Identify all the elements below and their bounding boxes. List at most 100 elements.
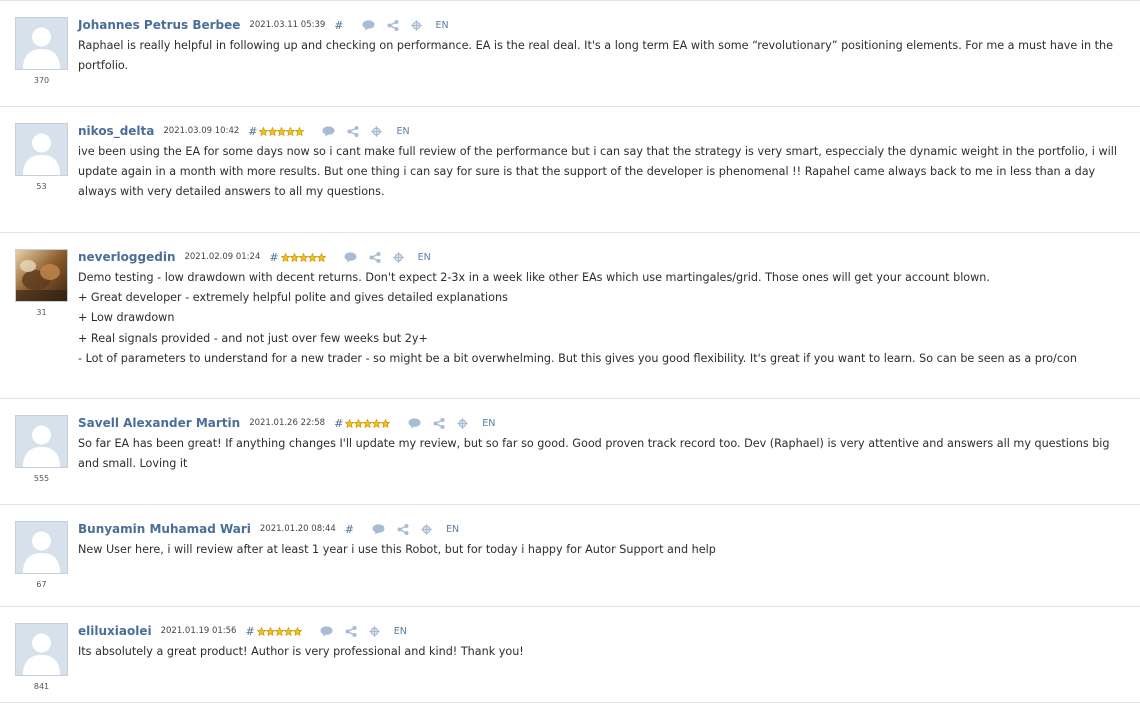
review-item: 53 nikos_delta 2021.03.09 10:42 # EN ive… [0, 107, 1140, 233]
star-icon [277, 126, 287, 136]
star-icon [268, 126, 278, 136]
avatar[interactable] [15, 623, 68, 676]
share-icon[interactable] [387, 19, 399, 31]
user-rating: 555 [33, 474, 50, 483]
permalink-link[interactable]: # [248, 125, 257, 138]
avatar-column: 841 [14, 623, 69, 691]
avatar[interactable] [15, 17, 68, 70]
star-icon [259, 126, 269, 136]
star-rating [256, 626, 302, 636]
review-actions: EN [344, 251, 431, 263]
language-link[interactable]: EN [394, 626, 407, 637]
review-content: Johannes Petrus Berbee 2021.03.11 05:39 … [78, 17, 1130, 76]
star-icon [274, 626, 284, 636]
review-header: neverloggedin 2021.02.09 01:24 # EN [78, 249, 1130, 265]
star-icon [354, 418, 364, 428]
star-icon [280, 252, 290, 262]
crosshair-icon[interactable] [371, 125, 383, 137]
review-date: 2021.03.09 10:42 [163, 126, 240, 136]
language-link[interactable]: EN [446, 524, 459, 535]
review-text: New User here, i will review after at le… [78, 543, 716, 556]
star-icon [283, 626, 293, 636]
author-link[interactable]: eliluxiaolei [78, 624, 152, 638]
star-icon [307, 252, 317, 262]
language-link[interactable]: EN [482, 418, 495, 429]
avatar[interactable] [15, 415, 68, 468]
review-content: nikos_delta 2021.03.09 10:42 # EN ive be… [78, 123, 1130, 203]
language-link[interactable]: EN [436, 20, 449, 31]
speech-bubble-icon[interactable] [322, 125, 335, 137]
review-actions: EN [372, 523, 459, 535]
speech-bubble-icon[interactable] [372, 523, 385, 535]
star-icon [292, 626, 302, 636]
share-icon[interactable] [347, 125, 359, 137]
review-content: Savell Alexander Martin 2021.01.26 22:58… [78, 415, 1130, 474]
permalink-link[interactable]: # [245, 625, 254, 638]
user-rating: 841 [33, 682, 50, 691]
permalink-link[interactable]: # [334, 19, 343, 32]
star-icon [256, 626, 266, 636]
star-icon [381, 418, 391, 428]
language-link[interactable]: EN [396, 126, 409, 137]
review-header: nikos_delta 2021.03.09 10:42 # EN [78, 123, 1130, 139]
speech-bubble-icon[interactable] [362, 19, 375, 31]
language-link[interactable]: EN [418, 252, 431, 263]
permalink-link[interactable]: # [334, 417, 343, 430]
crosshair-icon[interactable] [392, 251, 404, 263]
review-text: Its absolutely a great product! Author i… [78, 645, 524, 658]
star-rating [259, 126, 305, 136]
review-actions: EN [408, 417, 495, 429]
star-rating [345, 418, 391, 428]
avatar[interactable] [15, 521, 68, 574]
avatar-column: 67 [14, 521, 69, 589]
review-header: eliluxiaolei 2021.01.19 01:56 # EN [78, 623, 1130, 639]
crosshair-icon[interactable] [457, 417, 468, 429]
star-icon [265, 626, 275, 636]
speech-bubble-icon[interactable] [344, 251, 357, 263]
crosshair-icon[interactable] [368, 625, 380, 637]
avatar-column: 370 [14, 17, 69, 85]
avatar-column: 555 [14, 415, 69, 483]
review-content: Bunyamin Muhamad Wari 2021.01.20 08:44 #… [78, 521, 1130, 560]
author-link[interactable]: neverloggedin [78, 250, 175, 264]
speech-bubble-icon[interactable] [320, 625, 333, 637]
avatar[interactable] [15, 123, 68, 176]
review-text: ive been using the EA for some days now … [78, 145, 1117, 199]
review-date: 2021.01.20 08:44 [259, 524, 336, 534]
share-icon[interactable] [397, 523, 409, 535]
review-list: 370 Johannes Petrus Berbee 2021.03.11 05… [0, 1, 1140, 703]
permalink-link[interactable]: # [345, 523, 354, 536]
review-item: 555 Savell Alexander Martin 2021.01.26 2… [0, 399, 1140, 505]
author-link[interactable]: Johannes Petrus Berbee [78, 18, 240, 32]
author-link[interactable]: nikos_delta [78, 124, 154, 138]
share-icon[interactable] [369, 251, 381, 263]
permalink-link[interactable]: # [269, 251, 278, 264]
review-date: 2021.03.11 05:39 [249, 20, 326, 30]
author-link[interactable]: Bunyamin Muhamad Wari [78, 522, 251, 536]
review-date: 2021.01.19 01:56 [160, 626, 237, 636]
user-rating: 53 [36, 182, 47, 191]
review-item: 67 Bunyamin Muhamad Wari 2021.01.20 08:4… [0, 505, 1140, 607]
author-link[interactable]: Savell Alexander Martin [78, 416, 240, 430]
avatar[interactable] [15, 249, 68, 302]
star-rating [280, 252, 326, 262]
share-icon[interactable] [345, 625, 357, 637]
speech-bubble-icon[interactable] [408, 417, 421, 429]
review-actions: EN [320, 625, 407, 637]
review-text: Demo testing - low drawdown with decent … [78, 271, 1077, 365]
star-icon [298, 252, 308, 262]
review-date: 2021.02.09 01:24 [184, 252, 261, 262]
review-item: 31 neverloggedin 2021.02.09 01:24 # EN D… [0, 233, 1140, 399]
crosshair-icon[interactable] [421, 523, 432, 535]
review-content: eliluxiaolei 2021.01.19 01:56 # EN Its a… [78, 623, 1130, 662]
share-icon[interactable] [433, 417, 445, 429]
review-header: Savell Alexander Martin 2021.01.26 22:58… [78, 415, 1130, 431]
star-icon [372, 418, 382, 428]
crosshair-icon[interactable] [410, 19, 422, 31]
review-item: 841 eliluxiaolei 2021.01.19 01:56 # EN I… [0, 607, 1140, 703]
review-text: So far EA has been great! If anything ch… [78, 437, 1110, 471]
review-text: Raphael is really helpful in following u… [78, 39, 1113, 73]
user-rating: 67 [36, 580, 47, 589]
star-icon [316, 252, 326, 262]
review-actions: EN [322, 125, 410, 137]
